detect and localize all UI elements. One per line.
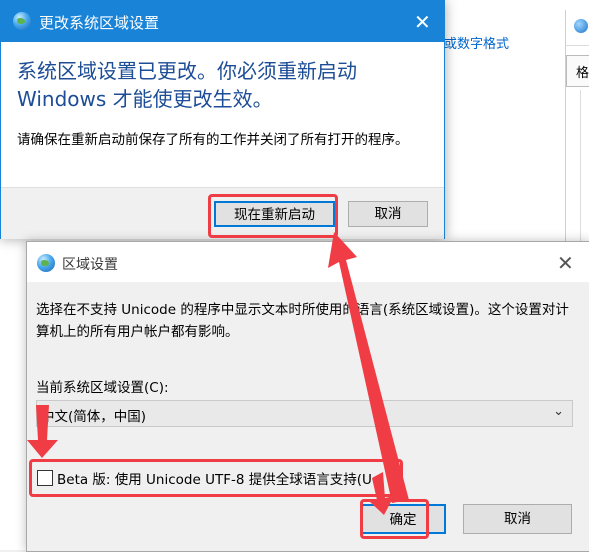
beta-highlight-box xyxy=(29,459,403,497)
globe-icon xyxy=(574,19,588,33)
close-icon[interactable]: ✕ xyxy=(414,12,431,32)
region-dialog-titlebar[interactable]: 区域设置 ✕ xyxy=(27,242,589,282)
region-cancel-button[interactable]: 取消 xyxy=(463,504,572,534)
region-dialog-title: 区域设置 xyxy=(62,257,118,273)
ok-highlight-box xyxy=(360,499,429,539)
background-tab-label: 格 xyxy=(576,66,589,81)
region-settings-dialog: 区域设置 ✕ 选择在不支持 Unicode 的程序中显示文本时所使用的语言(系统… xyxy=(26,241,589,552)
system-locale-select[interactable]: 中文(简体，中国) ⌄ xyxy=(36,400,573,427)
restart-cancel-button[interactable]: 取消 xyxy=(348,201,428,227)
background-right-titlebar xyxy=(566,10,589,46)
background-divider xyxy=(565,10,566,250)
restart-dialog-heading: 系统区域设置已更改。你必须重新启动 Windows 才能使更改生效。 xyxy=(17,59,357,111)
restart-dialog-body: 请确保在重新启动前保存了所有的工作并关闭了所有打开的程序。 xyxy=(17,132,409,148)
close-icon[interactable]: ✕ xyxy=(557,253,574,273)
restart-dialog-titlebar[interactable]: 更改系统区域设置 ✕ xyxy=(1,1,444,42)
background-tab[interactable]: 格 xyxy=(566,55,589,87)
globe-icon xyxy=(37,254,55,272)
region-dialog-description: 选择在不支持 Unicode 的程序中显示文本时所使用的语言(系统区域设置)。这… xyxy=(36,302,569,340)
chevron-down-icon[interactable]: ⌄ xyxy=(553,404,564,419)
background-divider-2 xyxy=(580,90,581,250)
restart-highlight-box xyxy=(208,194,338,238)
number-format-link[interactable]: 或数字格式 xyxy=(444,33,509,52)
globe-icon xyxy=(13,12,31,30)
current-locale-label: 当前系统区域设置(C): xyxy=(36,380,169,396)
restart-dialog-title: 更改系统区域设置 xyxy=(39,14,160,32)
system-locale-value: 中文(简体，中国) xyxy=(41,409,147,425)
